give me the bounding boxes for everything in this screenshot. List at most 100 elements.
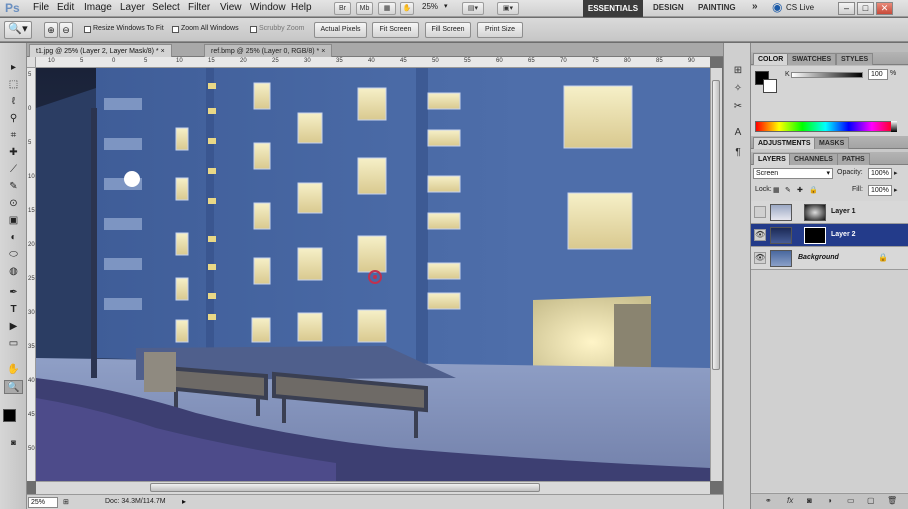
actual-pixels-button[interactable]: Actual Pixels: [314, 22, 367, 38]
pen-tool-icon[interactable]: ✒: [4, 286, 23, 300]
add-mask-icon[interactable]: ◙: [807, 496, 812, 505]
character-icon[interactable]: A: [730, 125, 746, 141]
lock-transparent-icon[interactable]: ▦: [773, 186, 780, 194]
tab-layers[interactable]: LAYERS: [753, 153, 791, 165]
layer-name[interactable]: Layer 1: [831, 208, 856, 215]
foreground-color-swatch[interactable]: [3, 409, 16, 422]
workspace-painting[interactable]: PAINTING: [698, 3, 736, 12]
tab-close-icon[interactable]: ×: [161, 48, 165, 55]
close-button[interactable]: ✕: [876, 2, 893, 15]
zoom-out-icon[interactable]: ⊖: [59, 22, 73, 38]
opacity-chevron-icon[interactable]: ▸: [894, 169, 898, 177]
layer-mask-thumbnail[interactable]: [804, 227, 826, 244]
minimize-button[interactable]: –: [838, 2, 855, 15]
zoom-in-icon[interactable]: ⊕: [44, 22, 58, 38]
eye-icon[interactable]: 👁: [754, 252, 766, 264]
link-layers-icon[interactable]: ⚭: [765, 496, 772, 505]
eraser-tool-icon[interactable]: ◐: [4, 231, 23, 245]
trash-icon[interactable]: 🗑: [887, 496, 897, 505]
k-value-field[interactable]: 100: [868, 69, 888, 80]
gradient-tool-icon[interactable]: ⬭: [4, 248, 23, 262]
tool-presets-icon[interactable]: ✂: [730, 99, 746, 115]
healing-brush-tool-icon[interactable]: ⟋: [4, 163, 23, 177]
workspace-design[interactable]: DESIGN: [653, 3, 684, 12]
cs-live-icon[interactable]: ◉: [772, 0, 782, 14]
paragraph-icon[interactable]: ¶: [730, 145, 746, 161]
tab-color[interactable]: COLOR: [753, 53, 789, 65]
layer-row-background[interactable]: 👁 Background 🔒: [751, 247, 908, 270]
quick-mask-icon[interactable]: ◙: [4, 436, 23, 450]
actions-icon[interactable]: ✧: [730, 81, 746, 97]
workspace-more-icon[interactable]: »: [752, 1, 758, 12]
color-ramp-bw[interactable]: [891, 121, 897, 132]
tab-close-icon[interactable]: ×: [321, 48, 325, 55]
hand-tool-icon[interactable]: ✋: [4, 363, 23, 377]
menu-select[interactable]: Select: [152, 2, 180, 13]
document-canvas[interactable]: [36, 68, 710, 481]
layer-mask-thumbnail[interactable]: [804, 204, 826, 221]
eye-icon[interactable]: 👁: [754, 229, 766, 241]
view-extras-icon[interactable]: ▦: [378, 2, 396, 15]
dodge-tool-icon[interactable]: ◍: [4, 265, 23, 279]
layer-name[interactable]: Background: [798, 254, 839, 261]
maximize-button[interactable]: □: [857, 2, 874, 15]
menu-file[interactable]: File: [33, 2, 49, 13]
cs-live-label[interactable]: CS Live: [786, 3, 814, 12]
status-icon[interactable]: ⊞: [63, 498, 69, 506]
visibility-toggle[interactable]: [754, 206, 766, 218]
zoom-tool-icon[interactable]: 🔍: [4, 380, 23, 394]
crop-tool-icon[interactable]: ⌗: [4, 129, 23, 143]
menu-image[interactable]: Image: [84, 2, 112, 13]
tab-adjustments[interactable]: ADJUSTMENTS: [753, 137, 816, 149]
blend-mode-select[interactable]: Screen ▾: [753, 168, 833, 179]
path-select-tool-icon[interactable]: ▶: [4, 320, 23, 334]
fill-screen-button[interactable]: Fill Screen: [425, 22, 471, 38]
layer-row-layer-2[interactable]: 👁 Layer 2: [751, 224, 908, 247]
bridge-button[interactable]: Br: [334, 2, 351, 15]
lock-position-icon[interactable]: ✚: [797, 186, 803, 194]
brush-tool-icon[interactable]: ✎: [4, 180, 23, 194]
adjustment-layer-icon[interactable]: ◑: [827, 496, 832, 505]
tab-paths[interactable]: PATHS: [837, 153, 870, 165]
workspace-essentials[interactable]: ESSENTIALS: [583, 0, 643, 17]
zoom-chevron-down-icon[interactable]: ▾: [444, 2, 448, 10]
history-brush-tool-icon[interactable]: ▣: [4, 214, 23, 228]
fx-icon[interactable]: fx: [787, 496, 793, 505]
screen-mode-icon[interactable]: ▣▾: [497, 2, 519, 15]
arrange-documents-icon[interactable]: ▤▾: [462, 2, 484, 15]
menu-filter[interactable]: Filter: [188, 2, 210, 13]
move-tool-icon[interactable]: ▸: [4, 61, 23, 75]
tab-channels[interactable]: CHANNELS: [789, 153, 838, 165]
fill-chevron-icon[interactable]: ▸: [894, 186, 898, 194]
layer-name[interactable]: Layer 2: [831, 231, 856, 238]
vertical-ruler[interactable]: 5 0 5 10 15 20 25 30 35 40 45 50: [27, 68, 36, 481]
k-slider[interactable]: [791, 72, 863, 78]
new-layer-icon[interactable]: ▢: [867, 496, 875, 505]
layer-row-layer-1[interactable]: Layer 1: [751, 201, 908, 224]
navigator-icon[interactable]: ⊞: [730, 63, 746, 79]
tab-styles[interactable]: STYLES: [836, 53, 874, 65]
lock-pixels-icon[interactable]: ✎: [785, 186, 791, 194]
tab-t1-jpg[interactable]: t1.jpg @ 25% (Layer 2, Layer Mask/8) * ×: [29, 44, 172, 57]
shape-tool-icon[interactable]: ▭: [4, 337, 23, 351]
quick-select-tool-icon[interactable]: ⚲: [4, 112, 23, 126]
fill-field[interactable]: 100%: [868, 185, 892, 196]
print-size-button[interactable]: Print Size: [477, 22, 523, 38]
menu-edit[interactable]: Edit: [57, 2, 74, 13]
resize-windows-checkbox[interactable]: [84, 26, 91, 33]
menu-layer[interactable]: Layer: [120, 2, 145, 13]
fit-screen-button[interactable]: Fit Screen: [372, 22, 419, 38]
zoom-field[interactable]: 25%: [28, 497, 58, 508]
new-group-icon[interactable]: ▭: [847, 496, 855, 505]
marquee-tool-icon[interactable]: ⬚: [4, 78, 23, 92]
hand-zoom-icon[interactable]: ✋: [400, 2, 414, 15]
tab-swatches[interactable]: SWATCHES: [787, 53, 837, 65]
zoom-all-windows-checkbox[interactable]: [172, 26, 179, 33]
opacity-field[interactable]: 100%: [868, 168, 892, 179]
color-ramp[interactable]: [755, 121, 896, 132]
menu-window[interactable]: Window: [250, 2, 286, 13]
background-color-swatch[interactable]: [763, 79, 777, 93]
clone-stamp-tool-icon[interactable]: ⊙: [4, 197, 23, 211]
tab-ref-bmp[interactable]: ref.bmp @ 25% (Layer 0, RGB/8) * ×: [204, 44, 333, 57]
lasso-tool-icon[interactable]: ℓ: [4, 95, 23, 109]
